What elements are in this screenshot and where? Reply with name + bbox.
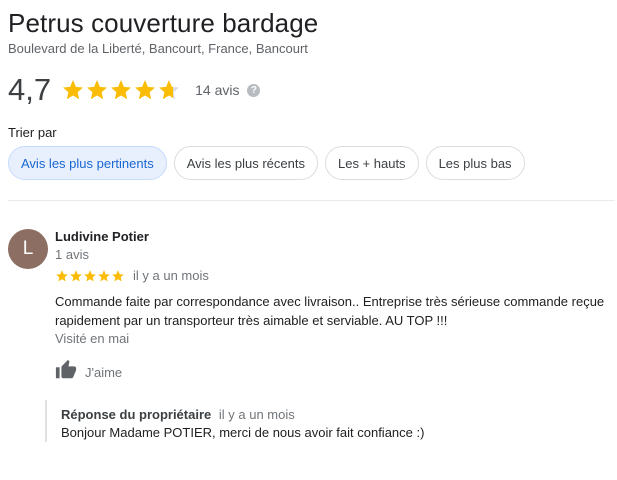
sort-chip-lowest[interactable]: Les plus bas	[425, 146, 525, 180]
star-icon	[135, 80, 156, 100]
help-icon[interactable]: ?	[247, 83, 261, 97]
star-icon	[112, 269, 124, 281]
reply-owner-label: Réponse du propriétaire	[61, 407, 212, 422]
review-time: il y a un mois	[133, 268, 209, 283]
like-button[interactable]: J'aime	[55, 359, 122, 386]
summary-stars	[61, 78, 181, 102]
star-icon	[87, 80, 108, 100]
review-visited: Visité en mai	[55, 331, 130, 346]
star-icon	[63, 80, 84, 100]
avatar[interactable]: L	[8, 229, 48, 269]
star-icon	[159, 80, 180, 100]
rating-value: 4,7	[8, 72, 52, 107]
star-icon	[98, 269, 110, 281]
star-icon	[70, 269, 82, 281]
rating-summary: 4,7 14 avis ?	[8, 70, 261, 110]
like-label: J'aime	[85, 365, 123, 380]
owner-reply: Réponse du propriétaire il y a un mois B…	[45, 400, 617, 442]
review-stars	[55, 269, 125, 283]
star-icon	[111, 80, 132, 100]
thumbs-up-icon	[55, 359, 77, 386]
sort-chip-recent[interactable]: Avis les plus récents	[173, 146, 318, 180]
reply-time: il y a un mois	[218, 407, 295, 422]
sort-chip-relevant[interactable]: Avis les plus pertinents	[8, 146, 167, 180]
star-icon	[56, 269, 68, 281]
place-address: Boulevard de la Liberté, Bancourt, Franc…	[8, 41, 308, 56]
place-title: Petrus couverture bardage	[8, 8, 319, 38]
reply-text: Bonjour Madame POTIER, merci de nous avo…	[61, 425, 425, 440]
sort-chips: Avis les plus pertinents Avis les plus r…	[8, 146, 532, 180]
review-rating: il y a un mois	[55, 268, 209, 283]
review-text: Commande faite par correspondance avec l…	[55, 294, 605, 328]
review-author-meta: 1 avis	[55, 247, 89, 262]
divider	[8, 200, 615, 201]
sort-chip-highest[interactable]: Les + hauts	[324, 146, 419, 180]
sort-label: Trier par	[8, 125, 57, 140]
review-author[interactable]: Ludivine Potier	[55, 229, 149, 244]
review-count[interactable]: 14 avis	[195, 82, 239, 98]
star-icon	[84, 269, 96, 281]
reply-header: Réponse du propriétaire il y a un mois	[61, 407, 617, 422]
